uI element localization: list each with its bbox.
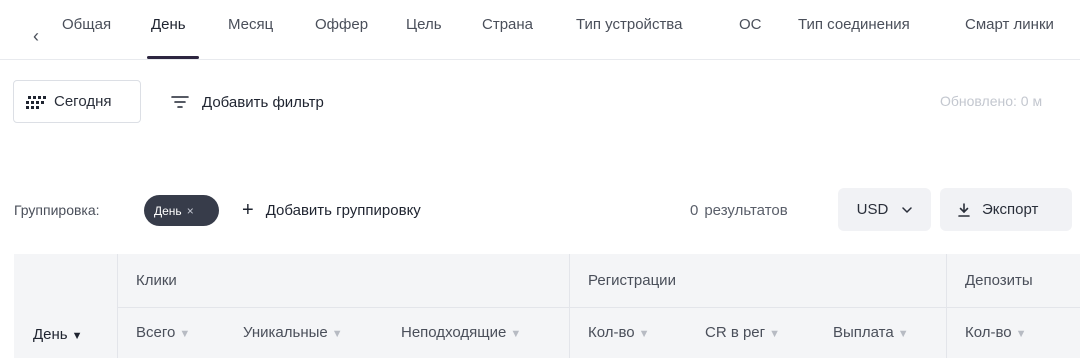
grid-icon — [26, 95, 46, 109]
column-header-registrations-count[interactable]: Кол-во ▼ — [588, 324, 650, 341]
add-filter-label: Добавить фильтр — [202, 93, 324, 111]
tab-os[interactable]: ОС — [739, 16, 762, 36]
tab-general[interactable]: Общая — [62, 16, 111, 36]
column-header-clicks-unique[interactable]: Уникальные ▼ — [243, 324, 343, 341]
group-header-clicks: Клики — [136, 272, 177, 289]
results-label: результатов — [704, 202, 788, 219]
column-header-clicks-total[interactable]: Всего ▼ — [136, 324, 190, 341]
column-divider — [569, 254, 570, 358]
caret-down-icon: ▼ — [638, 328, 650, 340]
caret-down-icon: ▼ — [769, 328, 781, 340]
caret-down-icon: ▼ — [1015, 328, 1027, 340]
grouping-chip-day[interactable]: День × — [144, 195, 219, 226]
currency-select[interactable]: USD — [838, 188, 931, 231]
tabs-bar: ‹ Общая День Месяц Оффер Цель Страна Тип… — [0, 0, 1080, 60]
tab-offer[interactable]: Оффер — [315, 16, 368, 36]
chevron-down-icon — [902, 206, 913, 213]
grouping-label: Группировка: — [14, 202, 100, 218]
export-button[interactable]: Экспорт — [940, 188, 1072, 231]
tab-month[interactable]: Месяц — [228, 16, 273, 36]
download-icon — [958, 202, 970, 217]
column-header-day-label: День — [33, 326, 68, 343]
group-header-registrations: Регистрации — [588, 272, 676, 289]
chevron-left-icon[interactable]: ‹ — [24, 24, 48, 48]
tab-connection-type[interactable]: Тип соединения — [798, 16, 910, 36]
column-header-label: Всего — [136, 324, 176, 341]
column-header-label: CR в рег — [705, 324, 766, 341]
column-header-label: Уникальные — [243, 324, 328, 341]
updated-timestamp: Обновлено: 0 м — [940, 93, 1043, 109]
results-number: 0 — [690, 202, 699, 219]
column-divider — [117, 254, 118, 358]
caret-down-icon: ▼ — [331, 328, 343, 340]
column-header-clicks-invalid[interactable]: Неподходящие ▼ — [401, 324, 521, 341]
add-filter-button[interactable]: Добавить фильтр — [170, 91, 324, 113]
grouping-chip-label: День — [154, 203, 182, 218]
active-tab-indicator — [147, 56, 199, 59]
tab-goal[interactable]: Цель — [406, 16, 442, 36]
column-header-label: Неподходящие — [401, 324, 507, 341]
header-row-divider — [117, 307, 1080, 308]
close-icon[interactable]: × — [187, 204, 194, 218]
column-header-registrations-payout[interactable]: Выплата ▼ — [833, 324, 909, 341]
group-header-deposits: Депозиты — [965, 272, 1033, 289]
tab-day[interactable]: День — [151, 16, 186, 36]
results-count: 0 результатов — [690, 202, 788, 219]
tab-device-type[interactable]: Тип устройства — [576, 16, 682, 36]
column-header-label: Выплата — [833, 324, 894, 341]
column-header-registrations-cr[interactable]: CR в рег ▼ — [705, 324, 780, 341]
column-divider — [946, 254, 947, 358]
tab-smart-links[interactable]: Смарт линки — [965, 16, 1054, 36]
column-header-deposits-count[interactable]: Кол-во ▼ — [965, 324, 1027, 341]
add-grouping-label: Добавить группировку — [265, 201, 421, 219]
filter-lines-icon — [171, 96, 189, 108]
add-grouping-button[interactable]: + Добавить группировку — [242, 199, 421, 221]
currency-value: USD — [856, 201, 889, 218]
caret-down-icon: ▼ — [510, 328, 522, 340]
caret-down-icon: ▼ — [897, 328, 909, 340]
export-label: Экспорт — [982, 201, 1039, 218]
caret-down-icon: ▼ — [179, 328, 191, 340]
table-header — [14, 254, 1080, 358]
column-header-day[interactable]: День ▼ — [33, 326, 83, 343]
tab-country[interactable]: Страна — [482, 16, 533, 36]
date-range-button[interactable]: Сегодня — [13, 80, 141, 123]
column-header-label: Кол-во — [965, 324, 1012, 341]
plus-icon: + — [242, 199, 254, 221]
caret-down-icon: ▼ — [71, 330, 83, 342]
column-header-label: Кол-во — [588, 324, 635, 341]
date-range-label: Сегодня — [54, 93, 112, 110]
statistics-page: ‹ Общая День Месяц Оффер Цель Страна Тип… — [0, 0, 1080, 358]
